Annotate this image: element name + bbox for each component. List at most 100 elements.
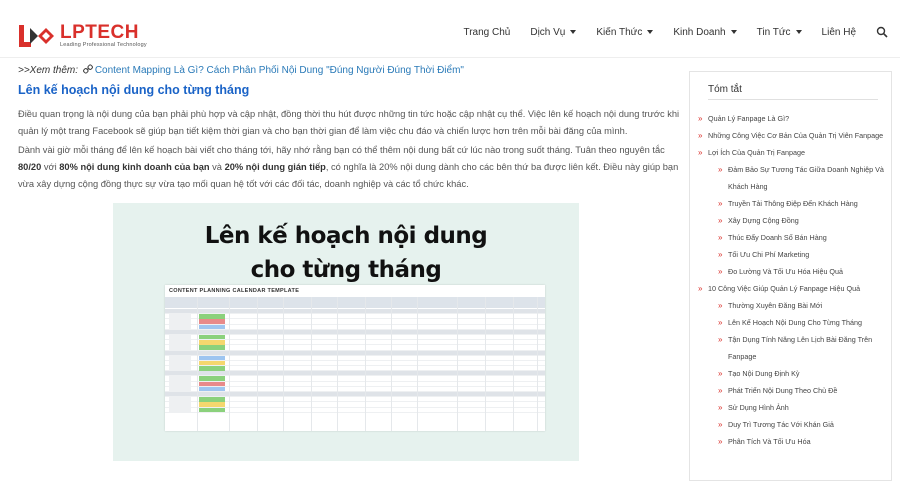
status-tag: [199, 340, 225, 345]
toc-item-label: Tận Dụng Tính Năng Lên Lịch Bài Đăng Trê…: [728, 335, 873, 361]
toc-item[interactable]: » Sử Dụng Hình Ảnh: [690, 399, 891, 416]
status-tag: [199, 407, 225, 413]
toc-item[interactable]: » Những Công Việc Cơ Bản Của Quản Trị Viê…: [690, 127, 891, 144]
toc-item[interactable]: » Truyền Tải Thông Điệp Đến Khách Hàng: [690, 195, 891, 212]
status-tag: [199, 360, 225, 366]
nav-item-label: Dịch Vụ: [530, 26, 566, 38]
site-header: LPTECH Leading Professional Technology T…: [0, 0, 900, 58]
sheet-gridline: [417, 297, 418, 431]
toc-item[interactable]: » 10 Công Việc Giúp Quản Lý Fanpage Hiệu …: [690, 280, 891, 297]
toc-item[interactable]: » Phân Tích Và Tối Ưu Hóa: [690, 433, 891, 450]
double-chevron-icon: »: [718, 216, 723, 225]
toc-item[interactable]: » Lên Kế Hoạch Nội Dung Cho Từng Tháng: [690, 314, 891, 331]
article-illustration: Lên kế hoạch nội dung cho từng tháng CON…: [113, 203, 579, 461]
toc-item-label: Lên Kế Hoạch Nội Dung Cho Từng Tháng: [728, 318, 863, 327]
toc-item[interactable]: » Lợi Ích Của Quản Trị Fanpage: [690, 144, 891, 161]
toc-item[interactable]: » Phát Triển Nội Dung Theo Chủ Đề: [690, 382, 891, 399]
toc-item-label: Lợi Ích Của Quản Trị Fanpage: [708, 148, 806, 157]
nav-item-3[interactable]: Kinh Doanh: [673, 27, 737, 38]
nav-item-5[interactable]: Liên Hệ: [822, 27, 856, 38]
sheet-title: CONTENT PLANNING CALENDAR TEMPLATE: [169, 288, 300, 294]
logo-tagline: Leading Professional Technology: [60, 42, 147, 49]
toc-item[interactable]: » Thúc Đẩy Doanh Số Bán Hàng: [690, 229, 891, 246]
double-chevron-icon: »: [718, 403, 723, 412]
paragraph-1: Điều quan trọng là nội dung của bạn phải…: [18, 109, 680, 136]
divider: [708, 99, 878, 100]
search-icon[interactable]: [876, 26, 888, 38]
sheet-cell: [169, 366, 191, 371]
toc-item-label: Quản Lý Fanpage Là Gì?: [708, 114, 790, 123]
toc-item[interactable]: » Tận Dụng Tính Năng Lên Lịch Bài Đăng Tr…: [690, 331, 891, 365]
double-chevron-icon: »: [718, 199, 723, 208]
toc-item-label: Những Công Việc Cơ Bản Của Quản Trị Viên…: [708, 131, 884, 140]
toc-item-label: Thường Xuyên Đăng Bài Mới: [728, 301, 823, 310]
nav-item-4[interactable]: Tin Tức: [757, 27, 802, 38]
toc-item[interactable]: » Tối Ưu Chi Phí Marketing: [690, 246, 891, 263]
sheet-cell: [169, 345, 191, 350]
toc-item[interactable]: » Xây Dựng Cộng Đồng: [690, 212, 891, 229]
paragraph-2: Dành vài giờ mỗi tháng để lên kế hoạch b…: [18, 145, 679, 189]
toc-list: » Quản Lý Fanpage Là Gì? » Những Công Việc …: [690, 110, 891, 450]
double-chevron-icon: »: [718, 369, 723, 378]
status-tag: [199, 376, 225, 381]
caret-down-icon: [795, 30, 802, 34]
see-more: >>Xem thêm: Content Mapping Là Gì? Cách …: [18, 64, 464, 76]
toc-title: Tóm tắt: [708, 84, 742, 95]
toc-item[interactable]: » Quản Lý Fanpage Là Gì?: [690, 110, 891, 127]
sheet-gridline: [457, 297, 458, 431]
see-more-link[interactable]: Content Mapping Là Gì? Cách Phân Phối Nộ…: [95, 65, 464, 76]
toc-item-label: Đảm Bảo Sự Tương Tác Giữa Doanh Nghiệp V…: [728, 165, 884, 191]
status-tag: [199, 355, 225, 361]
sheet-cell: [169, 355, 191, 361]
logo[interactable]: LPTECH Leading Professional Technology: [18, 22, 147, 50]
double-chevron-icon: »: [698, 114, 703, 123]
toc-item[interactable]: » Duy Trì Tương Tác Với Khán Giả: [690, 416, 891, 433]
double-chevron-icon: »: [698, 284, 703, 293]
sheet-cell: [169, 402, 191, 407]
sheet-gridline: [257, 297, 258, 431]
sheet-cell: [169, 319, 191, 324]
sheet-cell: [169, 324, 191, 330]
status-tag: [199, 397, 225, 402]
sheet-header-row: [165, 297, 545, 308]
nav-item-1[interactable]: Dịch Vụ: [530, 26, 577, 38]
logo-icon: [19, 25, 54, 47]
caret-down-icon: [730, 30, 737, 34]
toc-item[interactable]: » Thường Xuyên Đăng Bài Mới: [690, 297, 891, 314]
sheet-row: [165, 407, 545, 413]
sheet-cell: [169, 381, 191, 387]
sheet-cell: [169, 376, 191, 381]
nav-item-label: Trang Chủ: [463, 26, 511, 38]
toc-item-label: Sử Dụng Hình Ảnh: [728, 403, 789, 412]
sheet-gridline: [197, 297, 198, 431]
toc-item[interactable]: » Tạo Nội Dung Định Kỳ: [690, 365, 891, 382]
double-chevron-icon: »: [698, 148, 703, 157]
toc-item[interactable]: » Đo Lường Và Tối Ưu Hóa Hiệu Quả: [690, 263, 891, 280]
nav-item-2[interactable]: Kiến Thức: [596, 26, 654, 38]
calendar-template-image: CONTENT PLANNING CALENDAR TEMPLATE: [165, 285, 545, 431]
logo-wordmark: LPTECH: [60, 22, 139, 44]
nav-item-0[interactable]: Trang Chủ: [463, 27, 510, 38]
toc-item-label: Tạo Nội Dung Định Kỳ: [728, 369, 800, 378]
sheet-rows: [165, 309, 545, 413]
sheet-cell: [169, 360, 191, 366]
double-chevron-icon: »: [718, 437, 723, 446]
sheet-gridline: [365, 297, 366, 431]
status-tag: [199, 386, 225, 392]
toc-item-label: 10 Công Việc Giúp Quản Lý Fanpage Hiệu Q…: [708, 284, 861, 293]
sheet-gridline: [485, 297, 486, 431]
sheet-gridline: [283, 297, 284, 431]
toc-item-label: Tối Ưu Chi Phí Marketing: [728, 250, 810, 259]
sheet-cell: [169, 314, 191, 319]
sheet-cell: [169, 397, 191, 402]
sheet-gridline: [311, 297, 312, 431]
see-more-label: >>Xem thêm:: [18, 65, 81, 76]
toc-item-label: Xây Dựng Cộng Đồng: [728, 216, 799, 225]
toc-item-label: Đo Lường Và Tối Ưu Hóa Hiệu Quả: [728, 267, 844, 276]
sheet-cell: [169, 340, 191, 345]
double-chevron-icon: »: [718, 420, 723, 429]
toc-item[interactable]: » Đảm Bảo Sự Tương Tác Giữa Doanh Nghiệp …: [690, 161, 891, 195]
nav-item-label: Liên Hệ: [821, 26, 856, 38]
nav-item-label: Kiến Thức: [596, 26, 643, 38]
toc-item-label: Duy Trì Tương Tác Với Khán Giả: [728, 420, 834, 429]
